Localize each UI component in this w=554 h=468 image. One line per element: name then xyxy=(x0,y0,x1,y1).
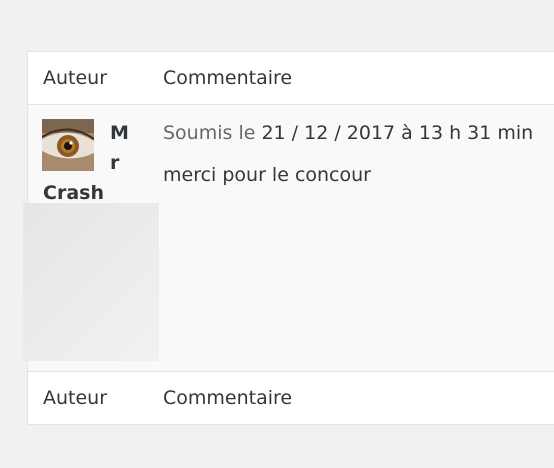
submitted-label[interactable]: Soumis le xyxy=(163,122,255,144)
column-footer-comment[interactable]: Commentaire xyxy=(163,372,292,424)
column-header-comment[interactable]: Commentaire xyxy=(163,52,292,104)
comment-text: merci pour le concour xyxy=(163,164,371,186)
table-footer: Auteur Commentaire xyxy=(28,371,554,424)
comments-table: Auteur Commentaire M r Crash Soumis le 2… xyxy=(23,51,554,425)
image-placeholder xyxy=(23,203,159,361)
author-name-line-2[interactable]: r xyxy=(110,153,119,173)
eye-image xyxy=(42,119,94,171)
column-footer-author[interactable]: Auteur xyxy=(43,372,107,424)
table-header: Auteur Commentaire xyxy=(28,52,554,105)
author-name-line-1[interactable]: M xyxy=(110,123,129,143)
submitted-date: 21 / 12 / 2017 à 13 h 31 min xyxy=(261,122,534,144)
column-header-author[interactable]: Auteur xyxy=(43,52,107,104)
table-row: M r Crash Soumis le 21 / 12 / 2017 à 13 … xyxy=(23,105,554,371)
author-avatar xyxy=(42,119,94,171)
author-name-line-3[interactable]: Crash xyxy=(43,183,104,203)
submitted-info: Soumis le 21 / 12 / 2017 à 13 h 31 min xyxy=(163,121,533,145)
